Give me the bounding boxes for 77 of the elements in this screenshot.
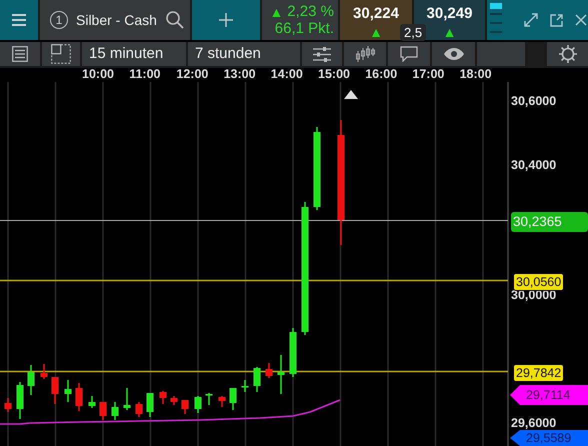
candle [146, 393, 154, 417]
candle [290, 328, 296, 377]
candle [266, 363, 272, 378]
change-arrow: ▲ [269, 4, 284, 18]
interval-dropdown[interactable]: 15 minuten [82, 42, 186, 66]
candlestick-button[interactable] [344, 42, 386, 66]
candle [100, 402, 106, 420]
instrument-number: 1 [50, 11, 68, 29]
candle [40, 364, 48, 379]
eye-icon [444, 48, 464, 60]
spread-label: 2,5 [400, 24, 426, 41]
close-icon[interactable] [575, 14, 587, 26]
speech-bubble-icon [400, 46, 418, 62]
price-tag: 29,7114 [510, 385, 588, 405]
change-percent: 2,23 % [287, 3, 334, 20]
candle [112, 402, 118, 420]
price-tag: 29,5589 [510, 430, 588, 446]
candle [218, 396, 226, 407]
menu-button[interactable] [0, 0, 38, 40]
sell-arrow: ▲ [369, 25, 383, 40]
list-view-button[interactable] [0, 42, 40, 66]
eye-button[interactable] [432, 42, 475, 66]
candle [160, 391, 166, 404]
candle [182, 400, 188, 414]
candle [4, 398, 12, 412]
time-label: 15:00 [318, 67, 350, 81]
price-label: 29,6000 [511, 416, 556, 430]
marker-triangle-icon [344, 90, 358, 99]
candle [88, 396, 96, 408]
price-label: 30,4000 [511, 158, 556, 172]
time-label: 16:00 [365, 67, 398, 81]
price-tag: 29,7842 [513, 364, 564, 382]
settings-icon [558, 45, 576, 63]
sliders-icon [313, 46, 331, 62]
candle [278, 355, 284, 394]
time-label: 10:00 [82, 67, 114, 81]
candlestick-icon [355, 45, 375, 63]
settings-button[interactable] [547, 42, 588, 66]
change-points: 66,1 Pkt. [274, 20, 334, 37]
candle [28, 365, 34, 395]
layout-button[interactable] [42, 42, 80, 66]
time-label: 18:00 [460, 67, 492, 81]
price-tag: 30,2365 [511, 212, 588, 232]
candle [206, 393, 212, 405]
time-label: 14:00 [270, 67, 303, 81]
time-label: 17:00 [412, 67, 444, 81]
candle [64, 380, 72, 402]
time-label: 12:00 [176, 67, 208, 81]
layout-icon [51, 44, 71, 64]
price-tag: 30,0560 [513, 273, 564, 291]
comment-button[interactable] [388, 42, 430, 66]
candle [254, 367, 260, 392]
candle [194, 396, 202, 413]
instrument-selector[interactable]: 1 Silber - Cash [40, 0, 190, 40]
candle [170, 396, 178, 405]
time-label: 13:00 [224, 67, 256, 81]
instrument-name: Silber - Cash [76, 10, 157, 30]
candle [124, 388, 130, 410]
candle [136, 402, 142, 417]
search-icon [166, 11, 184, 29]
candle [76, 383, 82, 411]
menu-icon [12, 14, 26, 26]
candle [16, 382, 24, 419]
popout-icon[interactable] [550, 14, 563, 26]
candle [230, 388, 236, 410]
buy-arrow: ▲ [442, 25, 456, 40]
time-label: 11:00 [129, 67, 160, 81]
list-icon [12, 46, 28, 62]
sliders-button[interactable] [302, 42, 342, 66]
price-label: 30,6000 [511, 94, 556, 108]
range-dropdown[interactable]: 7 stunden [188, 42, 300, 66]
toolbar-slot [477, 42, 525, 66]
price-label: 30,0000 [511, 288, 556, 302]
plus-icon [219, 13, 233, 27]
expand-icon[interactable] [524, 13, 538, 27]
candle [242, 380, 248, 392]
candle [52, 377, 58, 404]
